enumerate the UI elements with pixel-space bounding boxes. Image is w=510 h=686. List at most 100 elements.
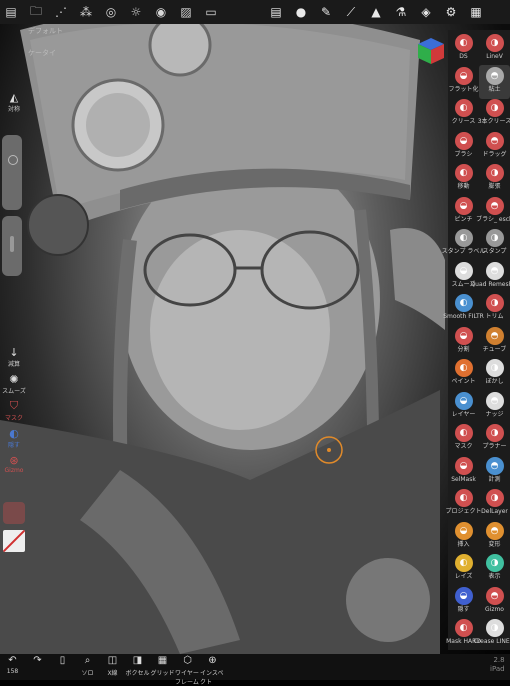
tool-18[interactable]: ◒ 分割 bbox=[448, 325, 479, 359]
tool-29[interactable]: ◑ DelLayer bbox=[479, 487, 510, 521]
tool-37[interactable]: ◑Crease LINE 2 bbox=[474, 617, 510, 651]
tool-11[interactable]: ◓ ブラシ_ esch bbox=[476, 195, 510, 229]
tool-2[interactable]: ◒ フラット化 bbox=[448, 65, 479, 99]
tool-34[interactable]: ◒ 隠す bbox=[448, 585, 479, 619]
inspect-button[interactable]: ⊕ インスペクト bbox=[200, 654, 225, 686]
tool-icon: ◐ bbox=[454, 619, 473, 637]
wireframe-button[interactable]: ⬡ ワイヤーフレーム bbox=[175, 654, 200, 686]
tool-15[interactable]: ◓Quad Remesher bbox=[470, 260, 510, 294]
share-icon[interactable]: ⋰ bbox=[50, 2, 72, 22]
flask-icon[interactable]: ⚗ bbox=[390, 2, 412, 22]
version-number: 2.8 bbox=[493, 656, 505, 664]
tool-6[interactable]: ◒ ブラシ bbox=[448, 130, 479, 164]
gizmo-toggle[interactable]: ⊛ Gizmo bbox=[0, 453, 28, 475]
tool-33[interactable]: ◑ 表示 bbox=[479, 552, 510, 586]
tool-14[interactable]: ◒ スムーズ bbox=[448, 260, 479, 294]
tool-32[interactable]: ◐ レイズ bbox=[448, 552, 479, 586]
scene-label[interactable]: デフォルト bbox=[28, 26, 63, 36]
tool-27[interactable]: ◓ 計測 bbox=[479, 455, 510, 489]
tool-8[interactable]: ◐ 移動 bbox=[448, 162, 479, 196]
settings-icon[interactable]: ⚙ bbox=[440, 2, 462, 22]
image-icon[interactable]: ▨ bbox=[175, 2, 197, 22]
tool-28[interactable]: ◐ プロジェクト bbox=[446, 487, 482, 521]
sphere-icon[interactable]: ● bbox=[290, 2, 312, 22]
grid-button[interactable]: ▦ グリッド bbox=[150, 654, 175, 680]
tool-36[interactable]: ◐ Mask HARD bbox=[446, 617, 481, 651]
tool-20[interactable]: ◐ ペイント bbox=[448, 357, 479, 391]
scene-sublabel[interactable]: ケータイ bbox=[28, 48, 56, 58]
folder-icon[interactable]: 🗀 bbox=[25, 2, 47, 22]
tool-25[interactable]: ◑ プラナー bbox=[479, 422, 510, 456]
tool-icon: ◓ bbox=[485, 196, 504, 215]
tool-icon: ◐ bbox=[454, 359, 473, 377]
light-icon[interactable]: ☼ bbox=[125, 2, 147, 22]
tool-17[interactable]: ◑ トリム bbox=[479, 292, 510, 326]
tool-label: ピンチ bbox=[454, 215, 473, 223]
tool-icon: ◐ bbox=[454, 164, 473, 182]
subtract-button[interactable]: ↓ 減算 bbox=[0, 345, 28, 369]
tool-19[interactable]: ◓ チューブ bbox=[479, 325, 510, 359]
tool-icon: ◒ bbox=[454, 521, 473, 540]
pipette-icon[interactable]: ⟋ bbox=[340, 2, 362, 22]
tool-21[interactable]: ◑ ぼかし bbox=[479, 357, 510, 391]
tool-icon: ◓ bbox=[485, 521, 504, 540]
layers-stack-icon[interactable]: ◈ bbox=[415, 2, 437, 22]
tool-5[interactable]: ◑ 3本クリース bbox=[478, 97, 510, 131]
intensity-slider[interactable] bbox=[2, 216, 22, 276]
nav-cube[interactable] bbox=[416, 36, 446, 66]
camera-icon[interactable]: ▭ bbox=[200, 2, 222, 22]
phone-button[interactable]: ▯ bbox=[50, 654, 75, 680]
tool-16[interactable]: ◐ Smooth FILTR bbox=[443, 292, 484, 326]
globe-icon[interactable]: ◎ bbox=[100, 2, 122, 22]
intensity-handle[interactable] bbox=[10, 236, 14, 252]
tool-24[interactable]: ◐ マスク bbox=[448, 422, 479, 456]
tool-icon: ◓ bbox=[485, 391, 504, 410]
solo-button[interactable]: ⌕ ソロ bbox=[75, 654, 100, 680]
xray-icon: ◫ bbox=[107, 655, 118, 666]
smooth-label: スムーズ bbox=[2, 388, 26, 395]
undo-button[interactable]: ↶ 158 bbox=[0, 654, 25, 680]
stack-icon[interactable]: ▤ bbox=[265, 2, 287, 22]
tool-4[interactable]: ◐ クリース bbox=[448, 97, 479, 131]
grid-menu-icon[interactable]: ▦ bbox=[465, 2, 487, 22]
tool-26[interactable]: ◒ SelMask bbox=[448, 455, 479, 489]
sculpt-viewport[interactable] bbox=[0, 0, 510, 680]
tool-10[interactable]: ◒ ピンチ bbox=[448, 195, 479, 229]
tool-13[interactable]: ◑ スタンプ bbox=[479, 227, 510, 261]
tool-22[interactable]: ◒ レイヤー bbox=[448, 390, 479, 424]
tool-label: チューブ bbox=[482, 345, 507, 353]
material-swatch[interactable] bbox=[3, 530, 25, 552]
tool-23[interactable]: ◓ ナッジ bbox=[479, 390, 510, 424]
tool-12[interactable]: ◐ スタンプ ラベル bbox=[442, 227, 485, 261]
mask-toggle[interactable]: ⛉ マスク bbox=[0, 399, 28, 422]
tool-icon: ◑ bbox=[485, 164, 504, 182]
pen-icon[interactable]: ✎ bbox=[315, 2, 337, 22]
color-swatch[interactable] bbox=[3, 502, 25, 524]
radius-slider[interactable] bbox=[2, 135, 22, 210]
tool-icon: ◒ bbox=[454, 391, 473, 410]
xray-button[interactable]: ◫ X線 bbox=[100, 654, 125, 680]
tool-1[interactable]: ◑ LineV bbox=[479, 32, 510, 66]
sidebar-icon[interactable]: ▤ bbox=[0, 2, 22, 22]
tool-label: フラット化 bbox=[448, 85, 479, 93]
tool-icon: ◑ bbox=[485, 554, 504, 572]
tool-31[interactable]: ◓ 変形 bbox=[479, 520, 510, 554]
voxel-button[interactable]: ◨ ボクセル bbox=[125, 654, 150, 680]
tool-35[interactable]: ◓ Gizmo bbox=[479, 585, 510, 619]
triangle-icon[interactable]: ▲ bbox=[365, 2, 387, 22]
matcap-icon[interactable]: ◉ bbox=[150, 2, 172, 22]
redo-button[interactable]: ↷ bbox=[25, 654, 50, 680]
tool-7[interactable]: ◓ ドラッグ bbox=[479, 130, 510, 164]
radius-handle[interactable] bbox=[8, 155, 18, 165]
undo-count: 158 bbox=[6, 668, 19, 675]
tool-3[interactable]: ◓ 粘土 bbox=[479, 64, 510, 99]
tool-30[interactable]: ◒ 挿入 bbox=[448, 520, 479, 554]
hide-toggle[interactable]: ◐ 隠す bbox=[0, 426, 28, 450]
tool-0[interactable]: ◐ DS bbox=[448, 32, 479, 66]
symmetry-button[interactable]: ◭ 対称 bbox=[0, 90, 28, 114]
tool-icon: ◑ bbox=[485, 489, 504, 507]
smooth-toggle[interactable]: ✺ スムーズ bbox=[0, 372, 28, 396]
tool-9[interactable]: ◑ 膨張 bbox=[479, 162, 510, 196]
layers-icon[interactable]: ⁂ bbox=[75, 2, 97, 22]
sculpt-model bbox=[0, 7, 445, 654]
